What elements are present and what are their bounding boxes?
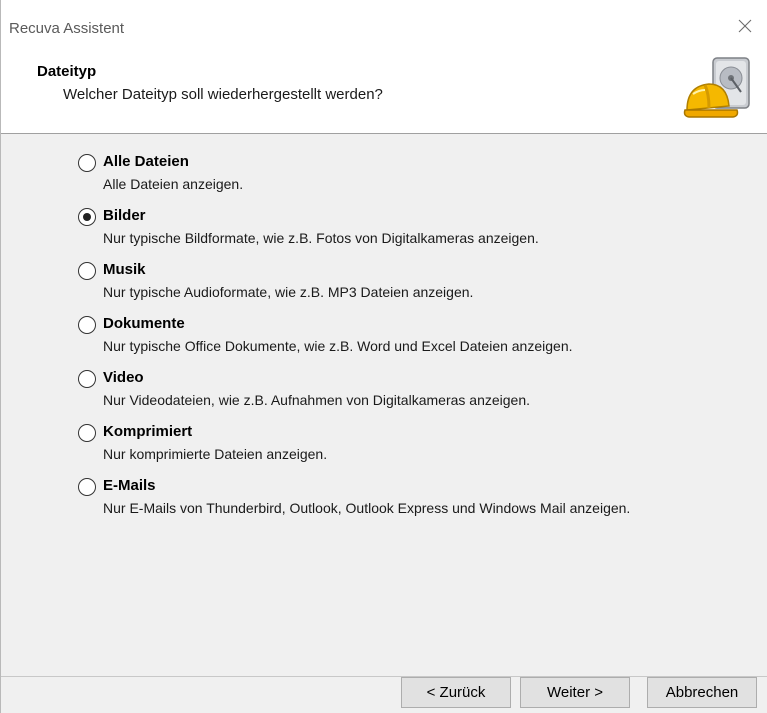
option-description: Nur typische Audioformate, wie z.B. MP3 … <box>103 284 474 300</box>
option-description: Nur typische Bildformate, wie z.B. Fotos… <box>103 230 539 246</box>
radio-bilder[interactable] <box>78 208 96 226</box>
option-video[interactable]: Video Nur Videodateien, wie z.B. Aufnahm… <box>78 366 738 414</box>
option-description: Nur Videodateien, wie z.B. Aufnahmen von… <box>103 392 530 408</box>
recuva-wizard-window: Recuva Assistent Dateityp Welcher Dateit… <box>0 0 767 713</box>
radio-dokumente[interactable] <box>78 316 96 334</box>
option-label: Komprimiert <box>103 423 193 440</box>
radio-e-mails[interactable] <box>78 478 96 496</box>
option-label: Bilder <box>103 207 146 224</box>
radio-video[interactable] <box>78 370 96 388</box>
option-description: Nur E-Mails von Thunderbird, Outlook, Ou… <box>103 500 631 516</box>
option-description: Nur komprimierte Dateien anzeigen. <box>103 446 328 462</box>
option-label: Musik <box>103 261 146 278</box>
radio-alle-dateien[interactable] <box>78 154 96 172</box>
radio-musik[interactable] <box>78 262 96 280</box>
option-description: Nur typische Office Dokumente, wie z.B. … <box>103 338 573 354</box>
option-e-mails[interactable]: E-Mails Nur E-Mails von Thunderbird, Out… <box>78 474 738 522</box>
option-musik[interactable]: Musik Nur typische Audioformate, wie z.B… <box>78 258 738 306</box>
option-alle-dateien[interactable]: Alle Dateien Alle Dateien anzeigen. <box>78 150 738 198</box>
option-label: Alle Dateien <box>103 153 189 170</box>
wizard-footer: < Zurück Weiter > Abbrechen <box>1 676 767 713</box>
radio-komprimiert[interactable] <box>78 424 96 442</box>
wizard-header: Dateityp Welcher Dateityp soll wiederher… <box>1 42 767 134</box>
close-button[interactable] <box>722 10 767 42</box>
option-description: Alle Dateien anzeigen. <box>103 176 244 192</box>
title-bar: Recuva Assistent <box>1 0 767 42</box>
option-label: E-Mails <box>103 477 156 494</box>
page-subtitle: Welcher Dateityp soll wiederhergestellt … <box>63 86 383 103</box>
option-label: Dokumente <box>103 315 185 332</box>
next-button[interactable]: Weiter > <box>520 677 630 708</box>
option-bilder[interactable]: Bilder Nur typische Bildformate, wie z.B… <box>78 204 738 252</box>
close-icon <box>738 19 752 33</box>
file-type-options: Alle Dateien Alle Dateien anzeigen. Bild… <box>1 135 767 675</box>
cancel-button[interactable]: Abbrechen <box>647 677 757 708</box>
option-label: Video <box>103 369 144 386</box>
option-dokumente[interactable]: Dokumente Nur typische Office Dokumente,… <box>78 312 738 360</box>
back-button[interactable]: < Zurück <box>401 677 511 708</box>
recuva-logo-icon <box>683 57 750 118</box>
window-title: Recuva Assistent <box>9 20 125 37</box>
page-title: Dateityp <box>37 63 97 80</box>
option-komprimiert[interactable]: Komprimiert Nur komprimierte Dateien anz… <box>78 420 738 468</box>
